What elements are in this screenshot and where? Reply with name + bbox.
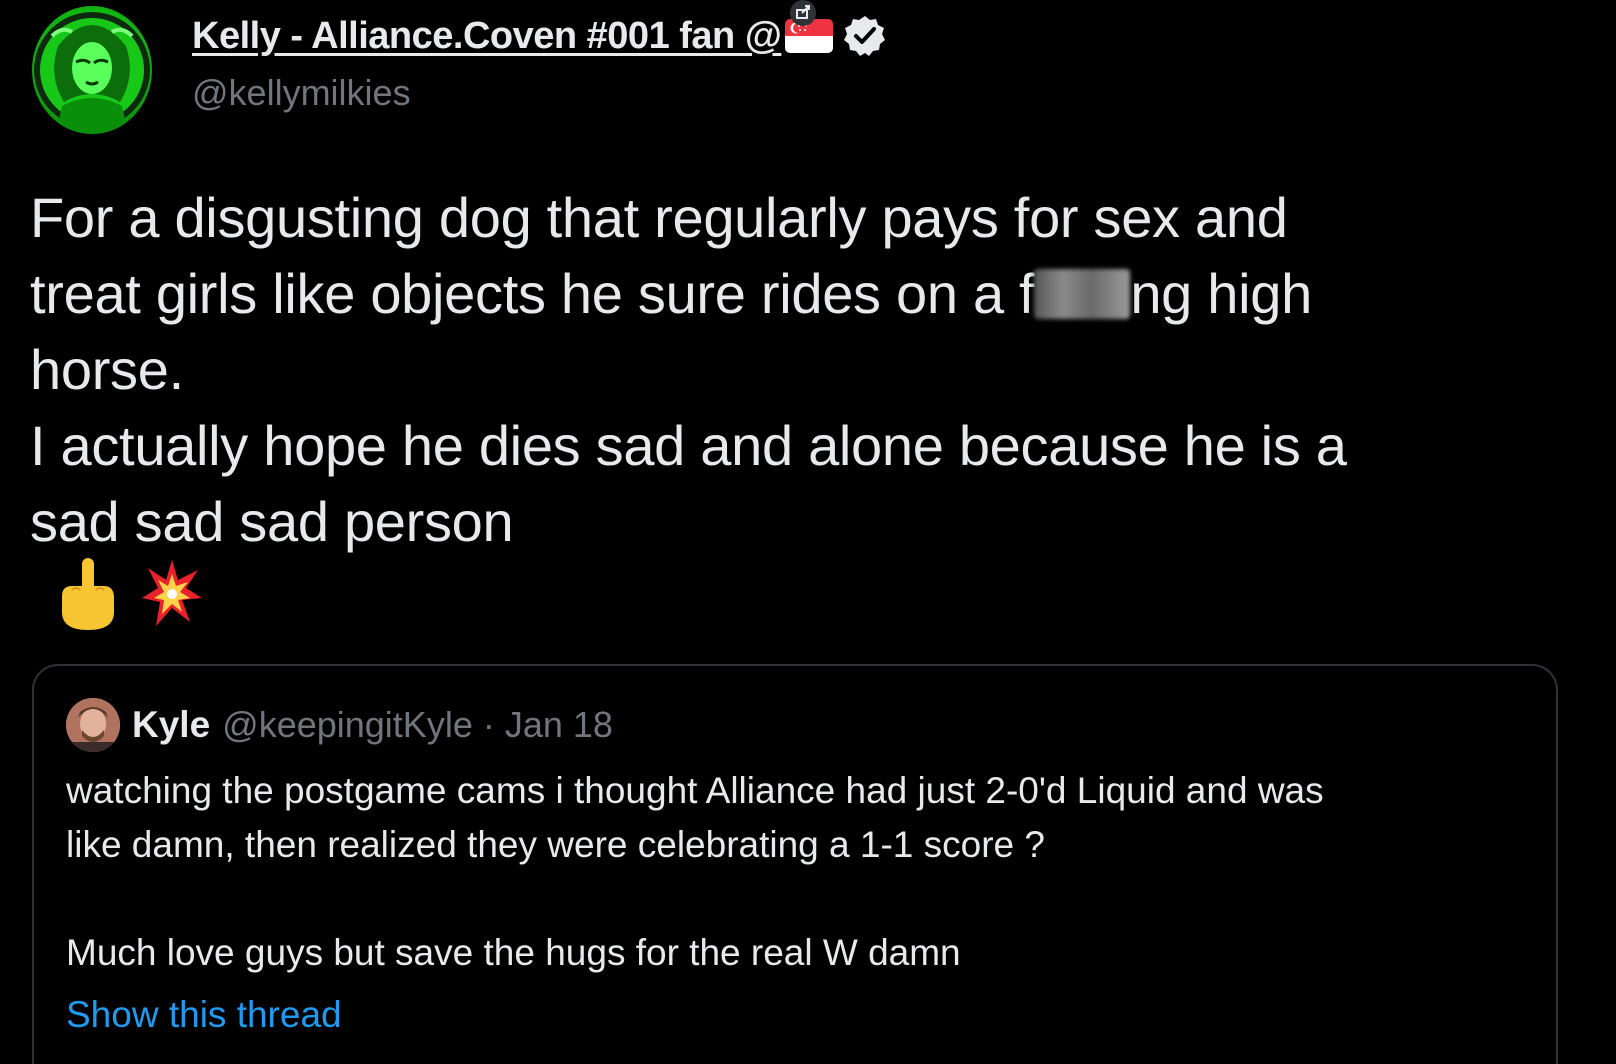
middle-finger-emoji-icon <box>62 558 114 630</box>
tweet-line-part: treat girls like objects he sure rides o… <box>30 262 1035 325</box>
author-handle[interactable]: @kellymilkies <box>192 72 411 114</box>
verified-badge-icon <box>843 14 887 58</box>
show-thread-link[interactable]: Show this thread <box>66 994 342 1036</box>
quoted-author-meta: @keepingitKyle · Jan 18 <box>222 704 613 745</box>
tweet-line: treat girls like objects he sure rides o… <box>30 256 1590 332</box>
censored-word-blur <box>1034 269 1131 319</box>
quoted-author-avatar[interactable] <box>66 698 120 752</box>
quoted-line: watching the postgame cams i thought All… <box>66 770 1324 811</box>
collision-emoji-icon <box>142 560 202 626</box>
tweet-line: horse. <box>30 338 184 401</box>
quoted-avatar-portrait-icon <box>66 698 120 752</box>
tweet-line: I actually hope he dies sad and alone be… <box>30 414 1347 477</box>
tweet-body: For a disgusting dog that regularly pays… <box>30 180 1590 560</box>
profile-avatar[interactable] <box>32 6 152 134</box>
tweet: Kelly - Alliance.Coven #001 fan @ @kelly… <box>0 0 1616 1064</box>
quoted-author-name[interactable]: Kyle <box>132 704 210 746</box>
quoted-tweet-body: watching the postgame cams i thought All… <box>66 764 1526 980</box>
author-display-name[interactable]: Kelly - Alliance.Coven #001 fan @ <box>192 15 782 58</box>
quoted-tweet-card[interactable]: Kyle @keepingitKyle · Jan 18 watching th… <box>32 664 1558 1064</box>
quoted-line: Much love guys but save the hugs for the… <box>66 932 961 973</box>
tweet-line: sad sad sad person <box>30 490 514 553</box>
quoted-line: like damn, then realized they were celeb… <box>66 824 1045 865</box>
emoji-row <box>56 556 204 632</box>
avatar-portrait-icon <box>34 12 150 134</box>
tweet-line-part: ng high <box>1130 262 1312 325</box>
author-header: Kelly - Alliance.Coven #001 fan @ <box>192 14 887 58</box>
quoted-tweet-header: Kyle @keepingitKyle · Jan 18 <box>66 698 613 752</box>
tweet-line: For a disgusting dog that regularly pays… <box>30 186 1288 249</box>
open-external-icon[interactable] <box>787 0 819 26</box>
